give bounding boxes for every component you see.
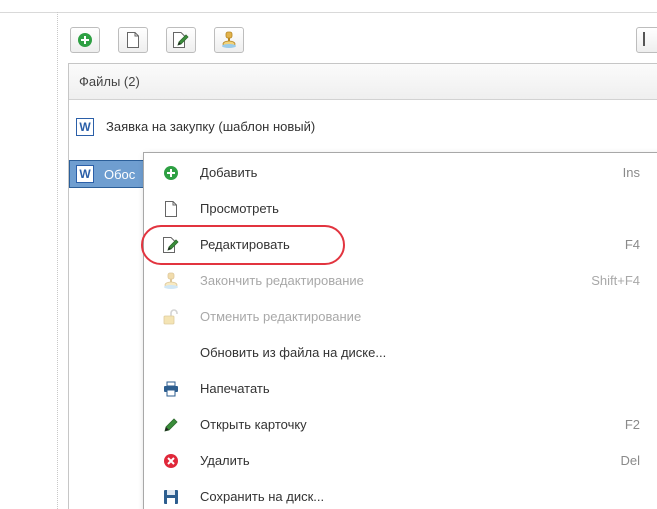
menu-item-shortcut: F4 bbox=[624, 237, 640, 252]
finish-edit-button[interactable] bbox=[214, 27, 244, 53]
menu-item-delete[interactable]: Удалить Del bbox=[144, 443, 657, 479]
plus-circle-icon bbox=[162, 164, 180, 182]
menu-item-refresh-from-disk[interactable]: Обновить из файла на диске... bbox=[144, 335, 657, 371]
menu-item-shortcut: Ins bbox=[622, 165, 640, 180]
view-button[interactable] bbox=[118, 27, 148, 53]
add-button[interactable] bbox=[70, 27, 100, 53]
menu-item-label: Открыть карточку bbox=[200, 417, 307, 432]
menu-item-shortcut: Shift+F4 bbox=[591, 273, 640, 288]
delete-circle-icon bbox=[162, 452, 180, 470]
menu-item-label: Сохранить на диск... bbox=[200, 489, 325, 504]
menu-item-shortcut: F2 bbox=[624, 417, 640, 432]
menu-item-label: Напечатать bbox=[200, 381, 270, 396]
left-dotted-guide bbox=[57, 12, 58, 509]
pencil-document-icon bbox=[173, 32, 189, 48]
printer-icon bbox=[162, 380, 180, 398]
context-menu: Добавить Ins Просмотреть Редактировать F… bbox=[143, 152, 657, 509]
menu-item-label: Просмотреть bbox=[200, 201, 279, 216]
floppy-disk-icon bbox=[162, 488, 180, 506]
menu-item-shortcut: Del bbox=[620, 453, 640, 468]
stamp-icon bbox=[222, 31, 236, 48]
menu-item-label: Закончить редактирование bbox=[200, 273, 364, 288]
stamp-icon bbox=[162, 272, 180, 290]
menu-item-label: Обновить из файла на диске... bbox=[200, 345, 387, 360]
files-grid-header: Файлы (2) bbox=[69, 64, 657, 100]
menu-item-label: Отменить редактирование bbox=[200, 309, 362, 324]
menu-item-edit[interactable]: Редактировать F4 bbox=[144, 227, 657, 263]
top-divider bbox=[0, 12, 657, 13]
overflow-bar-icon bbox=[643, 32, 645, 46]
files-header-label: Файлы (2) bbox=[79, 74, 140, 89]
menu-item-save-to-disk[interactable]: Сохранить на диск... bbox=[144, 479, 657, 509]
file-row-name: Обос bbox=[104, 167, 136, 182]
word-document-icon: W bbox=[76, 165, 94, 183]
menu-item-cancel-edit[interactable]: Отменить редактирование bbox=[144, 299, 657, 335]
pencil-document-icon bbox=[162, 236, 180, 254]
edit-button[interactable] bbox=[166, 27, 196, 53]
file-row-name: Заявка на закупку (шаблон новый) bbox=[106, 119, 316, 134]
menu-item-label: Удалить bbox=[200, 453, 250, 468]
menu-item-view[interactable]: Просмотреть bbox=[144, 191, 657, 227]
document-icon bbox=[127, 32, 139, 48]
word-document-icon: W bbox=[76, 118, 94, 136]
document-icon bbox=[162, 200, 180, 218]
menu-item-add[interactable]: Добавить Ins bbox=[144, 155, 657, 191]
toolbar-overflow-button[interactable] bbox=[636, 27, 657, 53]
plus-circle-icon bbox=[78, 33, 92, 47]
pencil-icon bbox=[162, 416, 180, 434]
menu-item-print[interactable]: Напечатать bbox=[144, 371, 657, 407]
menu-item-open-card[interactable]: Открыть карточку F2 bbox=[144, 407, 657, 443]
file-row[interactable]: W Заявка на закупку (шаблон новый) bbox=[69, 113, 657, 141]
menu-item-label: Редактировать bbox=[200, 237, 290, 252]
menu-item-finish-edit[interactable]: Закончить редактирование Shift+F4 bbox=[144, 263, 657, 299]
menu-item-label: Добавить bbox=[200, 165, 258, 180]
unlock-icon bbox=[162, 308, 180, 326]
file-row-selected[interactable]: W Обос bbox=[69, 160, 147, 188]
